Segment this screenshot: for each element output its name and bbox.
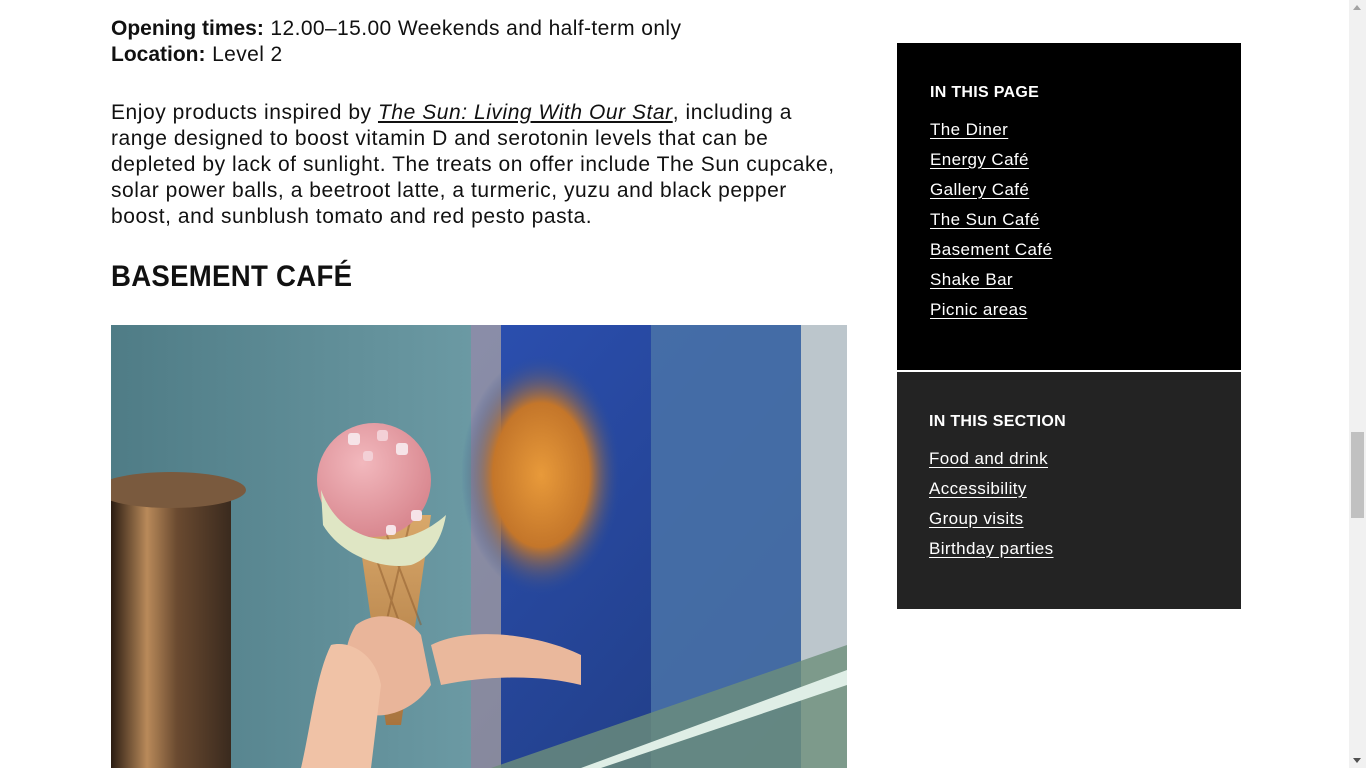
in-this-page-list: The Diner Energy Café Gallery Café The S… xyxy=(930,120,1208,330)
link-gallery-cafe[interactable]: Gallery Café xyxy=(930,180,1029,199)
in-this-page-item: The Diner xyxy=(930,120,1208,150)
scroll-down-arrow-icon[interactable] xyxy=(1353,758,1361,763)
in-this-section-item: Group visits xyxy=(929,509,1209,539)
location: Location: Level 2 xyxy=(111,41,283,68)
link-group-visits[interactable]: Group visits xyxy=(929,509,1024,528)
in-this-page-item: Gallery Café xyxy=(930,180,1208,210)
in-this-page-item: The Sun Café xyxy=(930,210,1208,240)
in-this-page-box: IN THIS PAGE The Diner Energy Café Galle… xyxy=(897,43,1241,370)
opening-times: Opening times: 12.00–15.00 Weekends and … xyxy=(111,15,681,42)
link-birthday-parties[interactable]: Birthday parties xyxy=(929,539,1054,558)
location-label: Location: xyxy=(111,43,206,66)
in-this-page-item: Shake Bar xyxy=(930,270,1208,300)
link-the-diner[interactable]: The Diner xyxy=(930,120,1008,139)
in-this-section-box: IN THIS SECTION Food and drink Accessibi… xyxy=(897,372,1241,609)
location-value: Level 2 xyxy=(212,43,283,66)
description-text-start: Enjoy products inspired by xyxy=(111,101,378,124)
opening-times-value: 12.00–15.00 Weekends and half-term only xyxy=(270,17,682,40)
link-energy-cafe[interactable]: Energy Café xyxy=(930,150,1029,169)
opening-times-label: Opening times: xyxy=(111,17,264,40)
in-this-section-title: IN THIS SECTION xyxy=(929,413,1066,430)
in-this-page-item: Energy Café xyxy=(930,150,1208,180)
in-this-section-item: Birthday parties xyxy=(929,539,1209,569)
in-this-page-item: Picnic areas xyxy=(930,300,1208,330)
link-accessibility[interactable]: Accessibility xyxy=(929,479,1027,498)
link-the-sun-cafe[interactable]: The Sun Café xyxy=(930,210,1040,229)
link-shake-bar[interactable]: Shake Bar xyxy=(930,270,1013,289)
link-basement-cafe[interactable]: Basement Café xyxy=(930,240,1052,259)
exhibition-link[interactable]: The Sun: Living With Our Star xyxy=(378,101,673,124)
in-this-page-item: Basement Café xyxy=(930,240,1208,270)
in-this-section-item: Food and drink xyxy=(929,449,1209,479)
in-this-section-list: Food and drink Accessibility Group visit… xyxy=(929,449,1209,569)
ice-cream-photo xyxy=(111,325,847,768)
in-this-page-title: IN THIS PAGE xyxy=(930,84,1040,101)
scroll-up-arrow-icon[interactable] xyxy=(1353,5,1361,10)
cafe-description: Enjoy products inspired by The Sun: Livi… xyxy=(111,100,851,230)
vertical-scrollbar[interactable] xyxy=(1349,0,1366,768)
link-food-and-drink[interactable]: Food and drink xyxy=(929,449,1048,468)
link-picnic-areas[interactable]: Picnic areas xyxy=(930,300,1027,319)
section-heading-basement-cafe: BASEMENT CAFÉ xyxy=(111,260,353,293)
page: Opening times: 12.00–15.00 Weekends and … xyxy=(0,0,1366,768)
scrollbar-thumb[interactable] xyxy=(1351,432,1364,518)
in-this-section-item: Accessibility xyxy=(929,479,1209,509)
